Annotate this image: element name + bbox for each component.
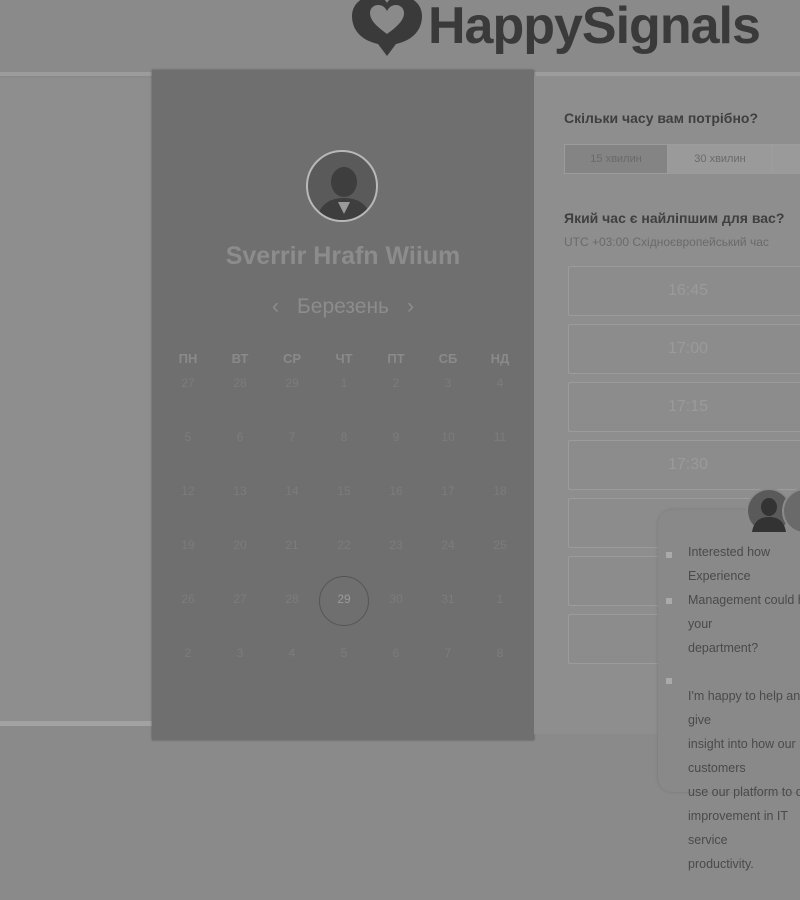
chevron-left-icon[interactable]: ‹ [272, 295, 279, 319]
calendar-week: 12 13 14 15 16 17 18 [162, 480, 526, 534]
calendar-day[interactable]: 13 [214, 480, 266, 534]
calendar-day[interactable]: 6 [214, 426, 266, 480]
calendar-panel: Sverrir Hrafn Wiium ‹ Березень › ПН ВТ С… [152, 70, 534, 740]
calendar-day[interactable]: 8 [318, 426, 370, 480]
calendar-day[interactable]: 7 [422, 642, 474, 696]
chat-marker [666, 598, 672, 604]
calendar-day[interactable]: 12 [162, 480, 214, 534]
chat-marker [666, 678, 672, 684]
weekday-label: ПН [178, 351, 198, 366]
chevron-right-icon[interactable]: › [407, 295, 414, 319]
person-icon [316, 167, 372, 220]
calendar-day[interactable]: 26 [162, 588, 214, 642]
calendar-day[interactable]: 2 [370, 372, 422, 426]
calendar-week: 27 28 29 1 2 3 4 [162, 372, 526, 426]
weekday-label: НД [490, 351, 510, 366]
calendar-day[interactable]: 1 [474, 588, 526, 642]
calendar-day[interactable]: 29 [266, 372, 318, 426]
calendar-day[interactable]: 10 [422, 426, 474, 480]
time-question: Який час є найліпшим для вас? [564, 210, 785, 226]
duration-option[interactable] [772, 144, 800, 174]
brand-name: HappySignals [428, 0, 761, 55]
calendar-day[interactable]: 5 [162, 426, 214, 480]
calendar-day[interactable]: 21 [266, 534, 318, 588]
calendar-day[interactable]: 6 [370, 642, 422, 696]
timezone-label[interactable]: UTC +03:00 Східноєвропейський час [564, 235, 769, 249]
calendar-week: 5 6 7 8 9 10 11 [162, 426, 526, 480]
calendar-day[interactable]: 11 [474, 426, 526, 480]
calendar-day[interactable]: 3 [422, 372, 474, 426]
calendar-day[interactable]: 25 [474, 534, 526, 588]
heart-speech-bubble-icon [352, 0, 422, 56]
month-label: Березень [297, 295, 389, 318]
calendar-day[interactable]: 27 [162, 372, 214, 426]
duration-selector: 15 хвилин 30 хвилин [564, 144, 800, 174]
calendar-day[interactable]: 28 [266, 588, 318, 642]
weekday-label: СБ [438, 351, 458, 366]
calendar-day[interactable]: 28 [214, 372, 266, 426]
calendar-day[interactable]: 14 [266, 480, 318, 534]
time-slot[interactable]: 17:30 [568, 440, 800, 490]
host-name: Sverrir Hrafn Wiium [225, 242, 461, 270]
duration-option[interactable]: 15 хвилин [564, 144, 668, 174]
weekday-label: ПТ [387, 351, 405, 366]
duration-question: Скільки часу вам потрібно? [564, 110, 759, 126]
calendar-week: 2 3 4 5 6 7 8 [162, 642, 526, 696]
calendar-day[interactable]: 3 [214, 642, 266, 696]
calendar-day[interactable]: 18 [474, 480, 526, 534]
calendar-day[interactable]: 17 [422, 480, 474, 534]
weekday-label: СР [282, 351, 302, 366]
calendar-day[interactable]: 2 [162, 642, 214, 696]
calendar-day[interactable]: 15 [318, 480, 370, 534]
calendar-day[interactable]: 30 [370, 588, 422, 642]
host-avatar [306, 150, 378, 222]
calendar-day[interactable]: 4 [266, 642, 318, 696]
calendar-day[interactable]: 9 [370, 426, 422, 480]
calendar-day[interactable]: 20 [214, 534, 266, 588]
calendar-day[interactable]: 4 [474, 372, 526, 426]
chat-message: Interested how Experience Management cou… [688, 545, 800, 871]
calendar-day[interactable]: 8 [474, 642, 526, 696]
time-slot[interactable]: 17:15 [568, 382, 800, 432]
logo: HappySignals [350, 0, 761, 64]
calendar-day[interactable]: 24 [422, 534, 474, 588]
calendar-day[interactable]: 19 [162, 534, 214, 588]
calendar-day[interactable]: 5 [318, 642, 370, 696]
chat-marker [666, 552, 672, 558]
calendar-day[interactable]: 23 [370, 534, 422, 588]
calendar-day[interactable]: 31 [422, 588, 474, 642]
calendar-day-selected[interactable]: 29 [318, 576, 370, 642]
calendar-grid: 27 28 29 1 2 3 4 5 6 7 8 9 10 11 12 13 1… [162, 372, 526, 696]
weekday-label: ВТ [231, 351, 249, 366]
calendar-week: 26 27 28 29 30 31 1 [162, 576, 526, 642]
time-slot[interactable]: 16:45 [568, 266, 800, 316]
weekday-label: ЧТ [335, 351, 353, 366]
calendar-day[interactable]: 27 [214, 588, 266, 642]
calendar-day[interactable]: 1 [318, 372, 370, 426]
month-navigation: ‹ Березень › [152, 292, 534, 322]
calendar-day[interactable]: 7 [266, 426, 318, 480]
chat-popup[interactable]: Interested how Experience Management cou… [658, 488, 800, 871]
weekday-header: ПН ВТ СР ЧТ ПТ СБ НД [162, 351, 526, 366]
left-panel [0, 78, 152, 726]
calendar-day[interactable]: 16 [370, 480, 422, 534]
time-slot[interactable]: 17:00 [568, 324, 800, 374]
duration-option[interactable]: 30 хвилин [668, 144, 772, 174]
